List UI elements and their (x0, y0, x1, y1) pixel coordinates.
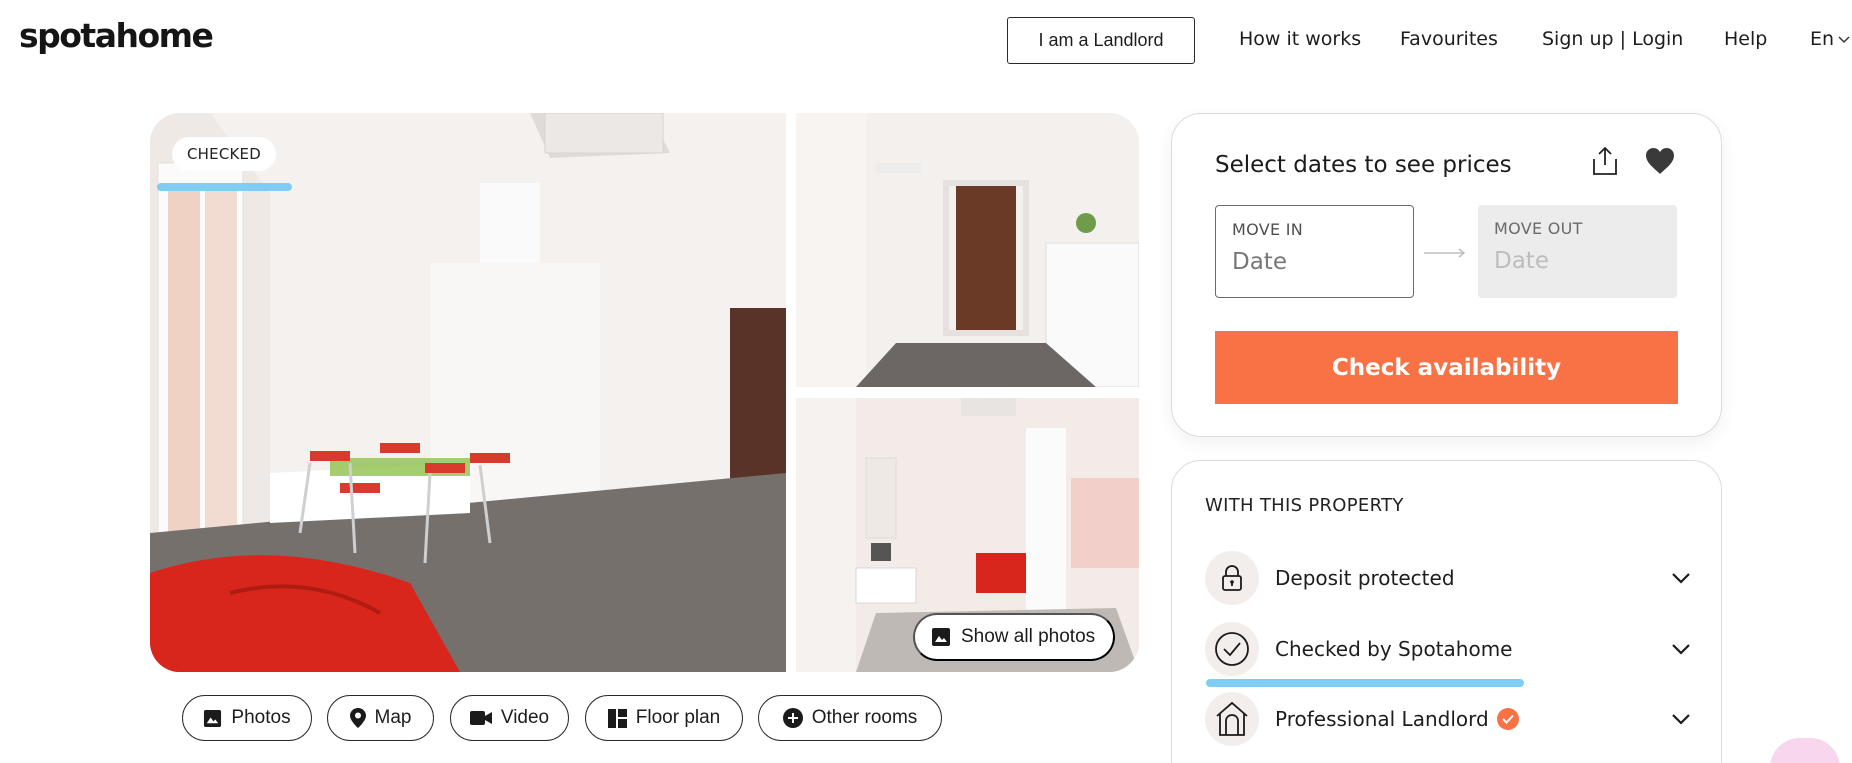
plus-circle-icon (782, 708, 803, 728)
feature-label: Checked by Spotahome (1275, 637, 1513, 661)
main-photo[interactable] (150, 113, 786, 672)
nav-sign-up-login[interactable]: Sign up | Login (1542, 28, 1683, 50)
share-icon[interactable] (1589, 145, 1621, 181)
map-pin-icon (349, 708, 366, 728)
chevron-down-icon (1838, 36, 1850, 44)
image-icon (932, 628, 950, 646)
check-availability-button[interactable]: Check availability (1215, 331, 1678, 404)
arrow-right-icon (1424, 244, 1468, 263)
feature-professional-landlord[interactable]: Professional Landlord (1205, 692, 1691, 746)
tab-other-rooms-label: Other rooms (811, 707, 918, 728)
verified-check-icon (1496, 708, 1519, 730)
chevron-down-icon (1672, 644, 1690, 655)
checked-feature-underline (1206, 679, 1524, 687)
tab-floor-plan-label: Floor plan (635, 707, 721, 728)
tab-map-label: Map (374, 707, 412, 728)
move-out-label: MOVE OUT (1494, 219, 1583, 238)
heart-icon[interactable] (1645, 147, 1675, 179)
hallway-photo[interactable] (796, 113, 1139, 387)
floor-plan-icon (607, 708, 627, 728)
checked-badge-underline (157, 183, 292, 191)
move-out-field[interactable]: MOVE OUT Date (1478, 205, 1677, 298)
booking-title: Select dates to see prices (1215, 152, 1512, 178)
chevron-down-icon (1672, 573, 1690, 584)
checked-badge: CHECKED (172, 137, 276, 171)
move-in-placeholder: Date (1232, 249, 1287, 275)
move-out-placeholder: Date (1494, 248, 1549, 274)
tab-photos[interactable]: Photos (182, 695, 312, 741)
tab-photos-label: Photos (231, 707, 291, 728)
tab-video-label: Video (500, 707, 550, 728)
check-circle-icon (1205, 622, 1259, 676)
nav-favourites[interactable]: Favourites (1400, 28, 1498, 50)
lock-icon (1205, 551, 1259, 605)
feature-checked-by-spotahome[interactable]: Checked by Spotahome (1205, 622, 1691, 676)
video-camera-icon (469, 711, 492, 725)
tab-floor-plan[interactable]: Floor plan (585, 695, 743, 741)
tab-video[interactable]: Video (450, 695, 569, 741)
language-selector[interactable]: En (1810, 28, 1851, 50)
tab-other-rooms[interactable]: Other rooms (758, 695, 942, 741)
house-icon (1205, 692, 1259, 746)
living-room-image (150, 113, 786, 672)
feature-label: Professional Landlord (1275, 707, 1519, 731)
hallway-image (796, 113, 1139, 387)
nav-help[interactable]: Help (1724, 28, 1767, 50)
features-title: WITH THIS PROPERTY (1205, 495, 1404, 516)
chat-widget-icon[interactable] (1770, 738, 1840, 763)
feature-label-text: Professional Landlord (1275, 707, 1489, 731)
image-icon (204, 709, 222, 727)
move-in-field[interactable]: MOVE IN Date (1215, 205, 1414, 298)
tab-map[interactable]: Map (327, 695, 434, 741)
show-all-photos-label: Show all photos (961, 626, 1096, 647)
spotahome-logo[interactable]: spotahome (19, 16, 214, 55)
feature-label: Deposit protected (1275, 566, 1455, 590)
nav-how-it-works[interactable]: How it works (1239, 28, 1361, 50)
language-label: En (1810, 28, 1835, 50)
feature-deposit-protected[interactable]: Deposit protected (1205, 551, 1691, 605)
chevron-down-icon (1672, 714, 1690, 725)
show-all-photos-button[interactable]: Show all photos (913, 613, 1116, 661)
i-am-a-landlord-button[interactable]: I am a Landlord (1007, 17, 1195, 64)
move-in-label: MOVE IN (1232, 220, 1304, 239)
